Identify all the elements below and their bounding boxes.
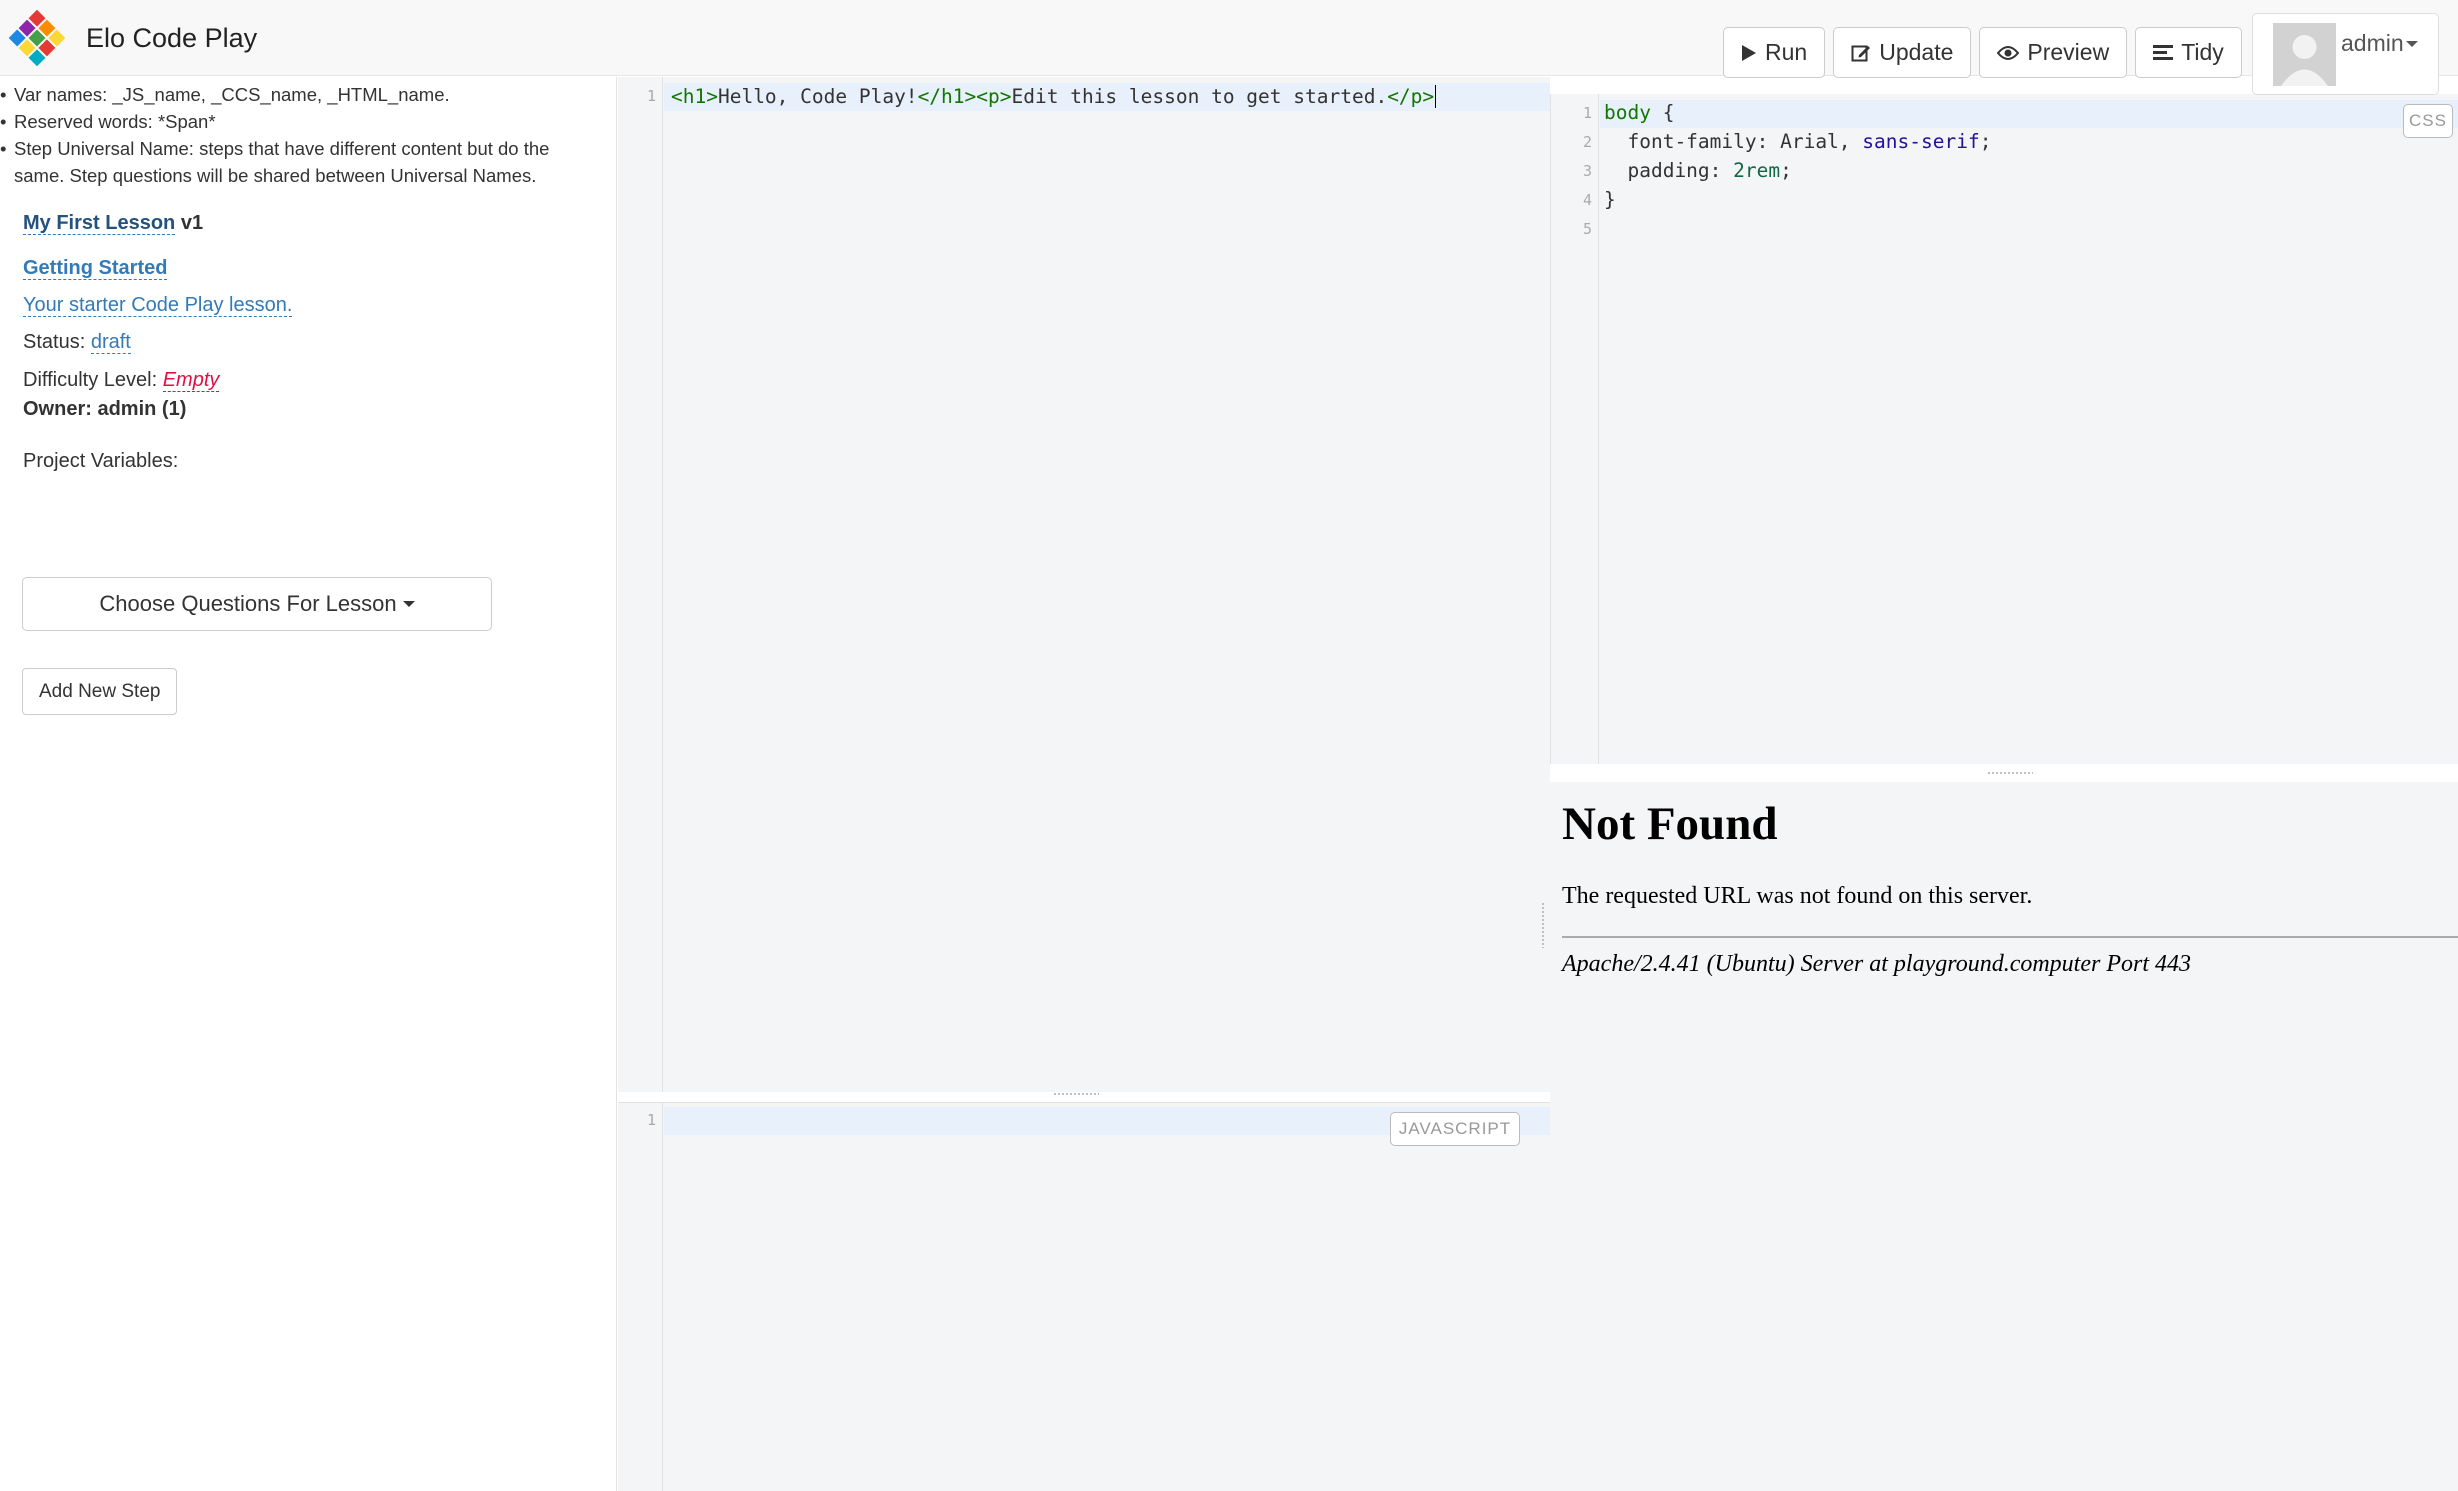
- tidy-button-label: Tidy: [2181, 39, 2224, 65]
- user-menu[interactable]: admin: [2252, 13, 2439, 95]
- preview-heading: Not Found: [1562, 798, 1778, 850]
- avatar: [2273, 22, 2336, 86]
- code-token: <p>: [976, 85, 1012, 108]
- choose-questions-dropdown[interactable]: Choose Questions For Lesson: [22, 577, 492, 631]
- run-button[interactable]: Run: [1723, 27, 1826, 78]
- html-editor[interactable]: 1 <h1>Hello, Code Play!</h1><p>Edit this…: [618, 77, 1550, 1092]
- line-number: 1: [646, 1111, 656, 1129]
- code-token: {: [1650, 101, 1675, 124]
- note-item: Var names: _JS_name, _CCS_name, _HTML_na…: [0, 81, 600, 108]
- code-token: </h1>: [917, 85, 977, 108]
- preview-pane: Not Found The requested URL was not foun…: [1550, 782, 2458, 1491]
- align-lines-icon: [2153, 44, 2174, 61]
- status-label: Status:: [23, 331, 86, 353]
- lesson-sidebar: Var names: _JS_name, _CCS_name, _HTML_na…: [0, 77, 617, 1491]
- code-token: ;: [1780, 159, 1792, 182]
- javascript-mode-badge: JAVASCRIPT: [1390, 1112, 1520, 1146]
- preview-message: The requested URL was not found on this …: [1562, 883, 2033, 909]
- line-number: 3: [1582, 162, 1592, 180]
- line-number: 4: [1582, 191, 1592, 209]
- css-editor-gutter: 1 2 3 4 5: [1551, 94, 1599, 764]
- step-title-row: Getting Started: [23, 257, 168, 280]
- css-code-line: padding: 2rem;: [1604, 159, 1792, 182]
- step-description-link[interactable]: Your starter Code Play lesson.: [23, 294, 293, 317]
- app-logo-icon: [8, 9, 66, 67]
- brand[interactable]: Elo Code Play: [8, 9, 258, 67]
- status-row: Status: draft: [23, 331, 131, 354]
- project-variables-label: Project Variables:: [23, 450, 179, 472]
- code-token: body: [1604, 101, 1651, 124]
- line-number: 5: [1582, 220, 1592, 238]
- lesson-title-link[interactable]: My First Lesson: [23, 212, 176, 235]
- code-token: 2rem: [1733, 159, 1781, 182]
- css-editor[interactable]: 1 2 3 4 5 body { font-family: Arial, san…: [1550, 94, 2458, 764]
- update-button-label: Update: [1879, 39, 1954, 65]
- difficulty-label: Difficulty Level:: [23, 369, 158, 391]
- text-cursor: [1435, 85, 1437, 108]
- note-item: Step Universal Name: steps that have dif…: [0, 135, 600, 189]
- code-token: ;: [1979, 130, 1992, 153]
- step-title-link[interactable]: Getting Started: [23, 257, 168, 280]
- css-code-line: body {: [1604, 101, 1674, 124]
- horizontal-resize-handle[interactable]: [1053, 1092, 1099, 1097]
- naming-notes: Var names: _JS_name, _CCS_name, _HTML_na…: [0, 81, 600, 189]
- line-number: 1: [646, 87, 656, 105]
- toolbar: Run Update Preview Tidy: [1723, 27, 2250, 78]
- add-new-step-button[interactable]: Add New Step: [22, 668, 178, 715]
- difficulty-value-link[interactable]: Empty: [162, 369, 220, 392]
- horizontal-resize-handle[interactable]: [1987, 771, 2033, 776]
- code-token: <h1>: [671, 85, 718, 108]
- top-navbar: Elo Code Play Run Update Preview Tidy ad…: [0, 0, 2458, 95]
- owner-label: Owner: admin (1): [23, 398, 187, 420]
- caret-down-icon: [2405, 41, 2418, 48]
- preview-button-label: Preview: [2027, 39, 2110, 65]
- username: admin: [2341, 29, 2404, 56]
- difficulty-row: Difficulty Level: Empty: [23, 369, 220, 392]
- preview-button[interactable]: Preview: [1979, 27, 2128, 78]
- step-description-row: Your starter Code Play lesson.: [23, 294, 293, 317]
- preview-divider: [1562, 936, 2458, 938]
- html-editor-gutter: 1: [618, 77, 663, 1092]
- run-button-label: Run: [1765, 39, 1808, 65]
- code-token: Edit this lesson to get started.: [1011, 85, 1388, 108]
- javascript-editor[interactable]: 1 JAVASCRIPT: [618, 1102, 1550, 1491]
- note-item: Reserved words: *Span*: [0, 108, 600, 135]
- line-number: 2: [1582, 133, 1592, 151]
- preview-server-address: Apache/2.4.41 (Ubuntu) Server at playgro…: [1562, 951, 2192, 977]
- choose-questions-label: Choose Questions For Lesson: [99, 591, 397, 616]
- lesson-title-row: My First Lesson v1: [23, 212, 203, 235]
- vertical-resize-handle[interactable]: [1541, 902, 1546, 948]
- user-menu-label: admin: [2341, 30, 2418, 57]
- app-title: Elo Code Play: [86, 22, 258, 53]
- eye-icon: [1997, 45, 2020, 61]
- css-mode-badge: CSS: [2403, 104, 2453, 138]
- js-editor-gutter: 1: [618, 1103, 663, 1491]
- active-line-highlight: [1600, 100, 2458, 128]
- code-token: font-family: Arial,: [1604, 130, 1863, 153]
- code-token: </p>: [1387, 85, 1435, 108]
- code-token: padding:: [1604, 159, 1734, 182]
- lesson-version: v1: [180, 212, 204, 234]
- update-button[interactable]: Update: [1833, 27, 1972, 78]
- caret-down-icon: [402, 601, 415, 607]
- code-token: sans-serif: [1862, 130, 1980, 153]
- html-code-line: <h1>Hello, Code Play!</h1><p>Edit this l…: [671, 85, 1437, 108]
- code-token: Hello, Code Play!: [717, 85, 918, 108]
- status-value-link[interactable]: draft: [90, 331, 131, 354]
- tidy-button[interactable]: Tidy: [2135, 27, 2242, 78]
- edit-icon: [1851, 43, 1871, 63]
- play-icon: [1741, 44, 1757, 62]
- line-number: 1: [1582, 104, 1592, 122]
- css-code-line: font-family: Arial, sans-serif;: [1604, 130, 1991, 153]
- css-code-line: }: [1604, 188, 1616, 211]
